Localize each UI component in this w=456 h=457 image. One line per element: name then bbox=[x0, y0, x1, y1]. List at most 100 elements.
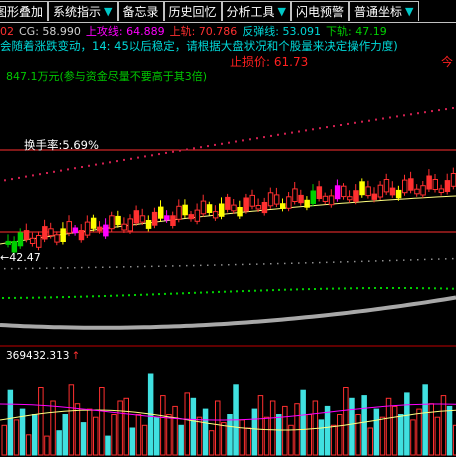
lower-dot bbox=[422, 287, 424, 290]
rebound-dot bbox=[312, 262, 314, 264]
candle-body bbox=[280, 203, 286, 209]
lower-dot bbox=[350, 287, 352, 290]
volume-bar bbox=[117, 400, 123, 456]
volume-bar bbox=[86, 408, 93, 456]
lower-dot bbox=[182, 292, 184, 295]
volume-bar bbox=[50, 400, 56, 456]
rebound-dot bbox=[67, 267, 69, 269]
lower-dot bbox=[374, 287, 376, 289]
candle-body bbox=[377, 184, 384, 198]
upper-dot bbox=[186, 148, 188, 151]
candle-body bbox=[90, 217, 97, 229]
volume-bar bbox=[410, 419, 416, 456]
volume-bar bbox=[99, 387, 105, 456]
lower-dot bbox=[440, 287, 442, 290]
lower-rail-dots bbox=[2, 287, 454, 299]
upper-dot bbox=[235, 140, 237, 143]
volume-bars bbox=[1, 373, 456, 456]
candle-body bbox=[316, 186, 323, 200]
upper-dot bbox=[214, 143, 216, 146]
lower-dot bbox=[332, 287, 334, 290]
lower-dot bbox=[26, 296, 28, 299]
rebound-dot bbox=[277, 262, 279, 265]
lower-dot bbox=[356, 287, 358, 290]
candle-body bbox=[103, 224, 109, 237]
upper-dot bbox=[249, 138, 251, 141]
upper-dot bbox=[172, 150, 174, 153]
lower-dot bbox=[212, 291, 214, 294]
lower-dot bbox=[56, 296, 58, 299]
candle-body bbox=[359, 181, 365, 196]
upper-dot bbox=[207, 145, 209, 148]
rebound-dot bbox=[452, 257, 454, 260]
volume-bar bbox=[160, 395, 166, 456]
upper-dot bbox=[116, 160, 118, 163]
upper-dot bbox=[417, 112, 419, 115]
rebound-dot bbox=[445, 258, 447, 260]
volume-bar bbox=[141, 424, 148, 456]
candle-body bbox=[176, 205, 182, 220]
candle-body bbox=[158, 206, 164, 219]
rebound-dot bbox=[81, 266, 83, 269]
volume-bar bbox=[385, 397, 392, 456]
candle-body bbox=[219, 203, 225, 217]
rebound-dot bbox=[291, 262, 293, 264]
volume-bar bbox=[135, 414, 142, 456]
candle-body bbox=[444, 180, 451, 193]
candle-body bbox=[145, 220, 152, 229]
rebound-dot bbox=[39, 267, 41, 269]
lower-dot bbox=[194, 291, 196, 294]
rebound-dot bbox=[438, 258, 440, 260]
candle-body bbox=[60, 228, 66, 242]
candle-body bbox=[267, 192, 274, 207]
lower-dot bbox=[236, 290, 238, 293]
rebound-dot bbox=[361, 260, 363, 263]
rebound-dot bbox=[186, 264, 188, 267]
volume-bar bbox=[282, 405, 288, 456]
lower-dot bbox=[86, 295, 88, 298]
candle-body bbox=[133, 210, 140, 224]
candle-body bbox=[54, 234, 60, 243]
lower-dot bbox=[188, 292, 190, 294]
upper-dot bbox=[242, 139, 244, 142]
rebound-dot bbox=[228, 264, 230, 266]
candle-body bbox=[371, 193, 377, 200]
lower-dot bbox=[284, 288, 286, 291]
lower-dot bbox=[68, 296, 70, 298]
lower-dot bbox=[242, 290, 244, 293]
volume-bar bbox=[166, 414, 172, 456]
lower-dot bbox=[368, 287, 370, 290]
candle-body bbox=[304, 199, 310, 208]
candle-body bbox=[231, 204, 237, 212]
upper-dot bbox=[375, 118, 377, 121]
rebound-dot bbox=[25, 267, 27, 270]
volume-bar bbox=[221, 422, 227, 456]
volume-bar bbox=[324, 405, 331, 456]
candle-body bbox=[5, 240, 11, 245]
upper-dot bbox=[403, 114, 405, 117]
lower-dot bbox=[176, 292, 178, 295]
lower-dot bbox=[260, 289, 262, 292]
upper-dot bbox=[200, 146, 202, 149]
rebound-dot bbox=[137, 265, 139, 268]
rebound-dot bbox=[256, 263, 258, 265]
candle-body bbox=[322, 195, 329, 203]
upper-dot bbox=[256, 137, 258, 140]
rebound-dot bbox=[305, 262, 307, 264]
lower-dot bbox=[248, 289, 250, 292]
rebound-dot bbox=[319, 261, 321, 264]
volume-bar bbox=[428, 403, 434, 456]
volume-bar bbox=[62, 414, 68, 456]
upper-dot bbox=[438, 109, 440, 112]
candle-body bbox=[438, 188, 445, 193]
upper-dot bbox=[340, 124, 342, 126]
lower-dot bbox=[254, 289, 256, 292]
rebound-dot bbox=[95, 266, 97, 269]
upper-dot bbox=[361, 120, 363, 123]
upper-dot bbox=[39, 173, 41, 176]
lower-dot bbox=[152, 293, 154, 296]
rebound-dot bbox=[347, 261, 349, 263]
volume-bar bbox=[361, 395, 367, 456]
upper-dot bbox=[228, 141, 230, 144]
lower-dot bbox=[38, 296, 40, 299]
